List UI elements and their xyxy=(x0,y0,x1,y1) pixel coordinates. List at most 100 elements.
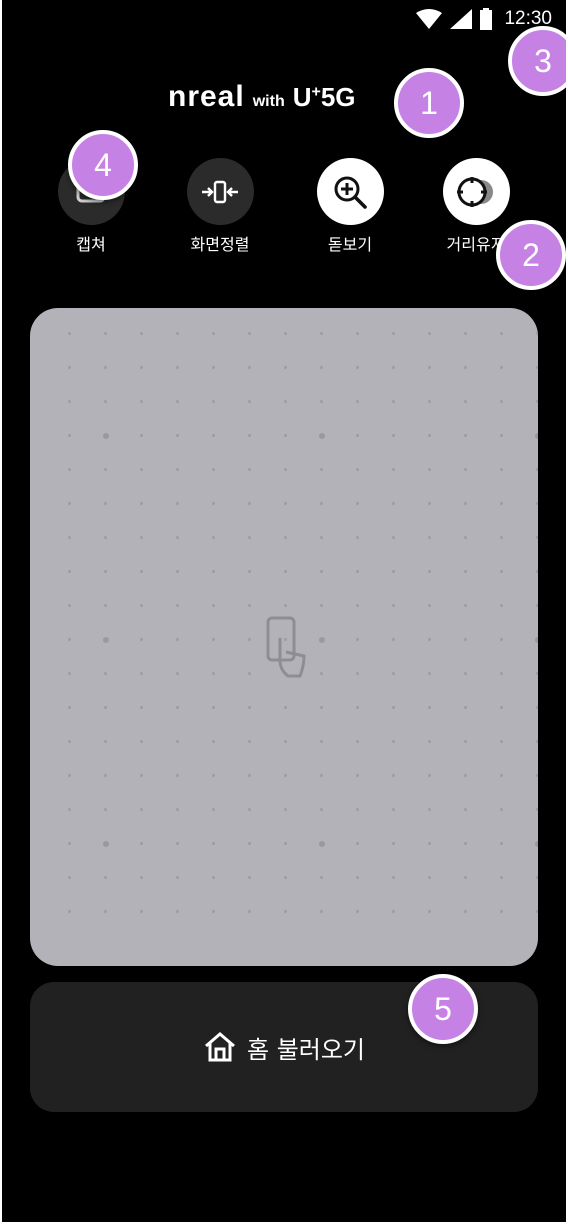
annotation-badge-3: 3 xyxy=(508,26,566,96)
grid-dot xyxy=(140,876,143,879)
grid-dot xyxy=(464,808,467,811)
grid-dot xyxy=(536,468,538,471)
grid-dot xyxy=(140,672,143,675)
grid-dot xyxy=(104,740,107,743)
grid-dot xyxy=(464,570,467,573)
grid-dot xyxy=(212,434,215,437)
grid-dot xyxy=(500,332,503,335)
grid-dot xyxy=(68,910,71,913)
grid-dot xyxy=(176,434,179,437)
grid-dot xyxy=(428,672,431,675)
grid-dot xyxy=(284,604,287,607)
grid-dot xyxy=(536,876,538,879)
annotation-badge-1: 1 xyxy=(394,68,464,138)
align-screen-label: 화면정렬 xyxy=(190,235,250,254)
grid-dot xyxy=(284,366,287,369)
grid-dot xyxy=(68,774,71,777)
grid-dot xyxy=(320,604,323,607)
grid-dot xyxy=(248,842,251,845)
grid-dot xyxy=(320,570,323,573)
grid-dot xyxy=(500,842,503,845)
grid-dot xyxy=(500,740,503,743)
grid-dot xyxy=(104,400,107,403)
grid-dot xyxy=(104,774,107,777)
grid-dot xyxy=(428,502,431,505)
grid-dot xyxy=(320,876,323,879)
grid-dot xyxy=(464,910,467,913)
grid-dot xyxy=(392,434,395,437)
grid-dot xyxy=(536,910,538,913)
grid-dot xyxy=(536,604,538,607)
grid-dot xyxy=(140,434,143,437)
grid-dot xyxy=(248,638,251,641)
grid-dot xyxy=(320,740,323,743)
home-icon xyxy=(205,1032,235,1062)
battery-icon xyxy=(480,8,493,30)
grid-dot xyxy=(212,774,215,777)
touchpad-panel[interactable] xyxy=(30,308,538,966)
grid-dot xyxy=(392,332,395,335)
grid-dot xyxy=(102,636,109,643)
grid-dot xyxy=(320,672,323,675)
grid-dot xyxy=(140,706,143,709)
magnifier-label: 돋보기 xyxy=(327,235,373,254)
grid-dot xyxy=(356,910,359,913)
touch-phone-icon xyxy=(266,616,306,684)
grid-dot xyxy=(140,502,143,505)
grid-dot xyxy=(320,332,323,335)
grid-dot xyxy=(356,740,359,743)
grid-dot xyxy=(464,706,467,709)
grid-dot xyxy=(428,604,431,607)
grid-dot xyxy=(176,400,179,403)
grid-dot xyxy=(464,400,467,403)
grid-dot xyxy=(464,740,467,743)
align-screen-button[interactable]: 화면정렬 xyxy=(160,158,280,255)
grid-dot xyxy=(284,502,287,505)
grid-dot xyxy=(320,808,323,811)
grid-dot xyxy=(534,432,538,439)
grid-dot xyxy=(68,366,71,369)
grid-dot xyxy=(68,332,71,335)
grid-dot xyxy=(248,536,251,539)
grid-dot xyxy=(428,910,431,913)
grid-dot xyxy=(68,842,71,845)
grid-dot xyxy=(212,672,215,675)
grid-dot xyxy=(428,400,431,403)
grid-dot xyxy=(464,536,467,539)
grid-dot xyxy=(176,468,179,471)
grid-dot xyxy=(284,570,287,573)
grid-dot xyxy=(68,638,71,641)
grid-dot xyxy=(464,604,467,607)
grid-dot xyxy=(248,910,251,913)
grid-dot xyxy=(356,468,359,471)
grid-dot xyxy=(534,636,538,643)
grid-dot xyxy=(212,842,215,845)
grid-dot xyxy=(284,842,287,845)
grid-dot xyxy=(284,774,287,777)
grid-dot xyxy=(356,536,359,539)
signal-icon xyxy=(450,9,473,29)
grid-dot xyxy=(392,604,395,607)
grid-dot xyxy=(104,672,107,675)
grid-dot xyxy=(392,468,395,471)
grid-dot xyxy=(536,536,538,539)
grid-dot xyxy=(248,672,251,675)
grid-dot xyxy=(104,910,107,913)
grid-dot xyxy=(464,434,467,437)
grid-dot xyxy=(248,570,251,573)
grid-dot xyxy=(320,774,323,777)
grid-dot xyxy=(104,332,107,335)
grid-dot xyxy=(320,706,323,709)
grid-dot xyxy=(356,434,359,437)
distance-keep-icon xyxy=(442,158,510,225)
magnifier-button[interactable]: 돋보기 xyxy=(290,158,410,255)
grid-dot xyxy=(176,332,179,335)
grid-dot xyxy=(212,468,215,471)
grid-dot xyxy=(356,876,359,879)
grid-dot xyxy=(248,876,251,879)
grid-dot xyxy=(356,502,359,505)
grid-dot xyxy=(500,706,503,709)
grid-dot xyxy=(248,434,251,437)
grid-dot xyxy=(248,468,251,471)
grid-dot xyxy=(356,808,359,811)
